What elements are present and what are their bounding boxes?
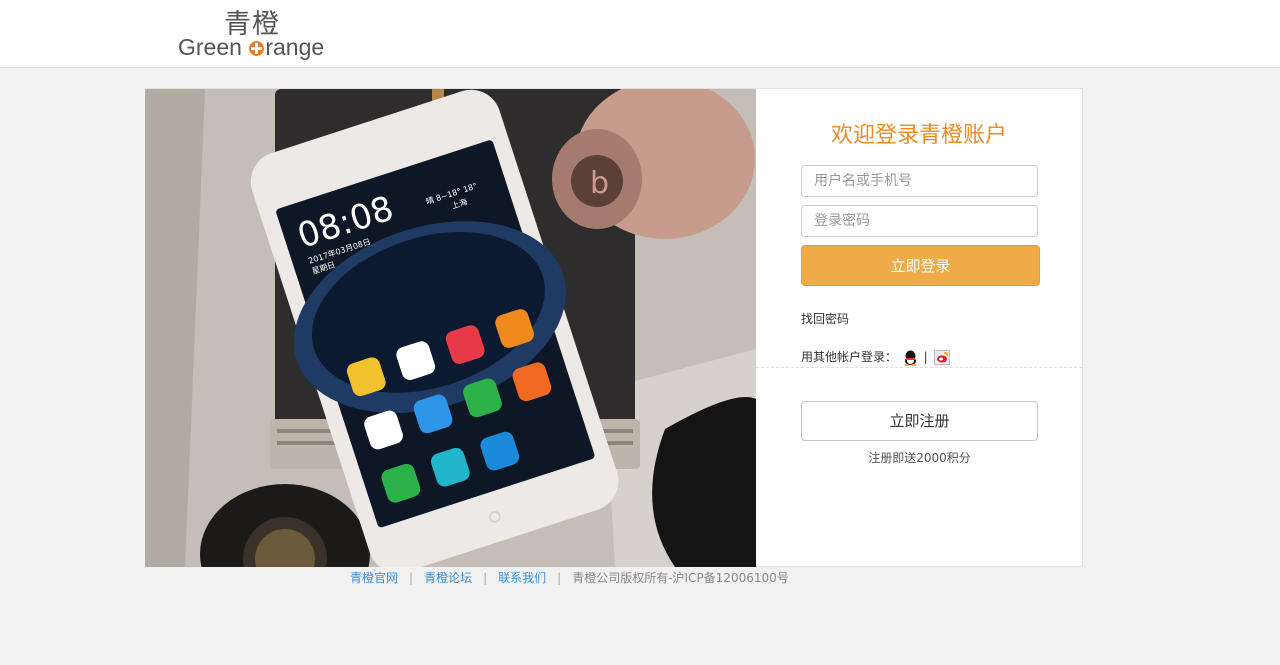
other-account-login: 用其他帐户登录： |: [801, 348, 950, 366]
section-divider: [756, 367, 1082, 368]
orange-slice-icon: [249, 41, 265, 56]
forgot-password-link[interactable]: 找回密码: [801, 310, 849, 327]
qq-icon[interactable]: [903, 350, 918, 366]
register-button[interactable]: 立即注册: [801, 401, 1038, 441]
svg-text:b: b: [590, 166, 609, 201]
password-input[interactable]: [801, 205, 1038, 237]
register-bonus-note: 注册即送2000积分: [868, 451, 971, 465]
login-card: b 08:08 2017年03月08日 星期日 晴 8~18° 18° 上海 欢…: [145, 88, 1083, 567]
login-title: 欢迎登录青橙账户: [830, 123, 1007, 148]
hero-product-image: b 08:08 2017年03月08日 星期日 晴 8~18° 18° 上海: [145, 89, 756, 567]
login-icon-separator: |: [923, 350, 928, 364]
weibo-icon[interactable]: [933, 350, 950, 365]
site-footer: 青橙官网 | 青橙论坛 | 联系我们 | 青橙公司版权所有-沪ICP备12006100号: [350, 569, 789, 586]
footer-separator: |: [483, 571, 488, 585]
site-header: 青橙 Green range: [0, 0, 1280, 68]
other-account-label: 用其他帐户登录：: [801, 350, 898, 364]
username-input[interactable]: [801, 165, 1038, 197]
logo-english-text: Green range: [178, 34, 324, 61]
logo-en-part-2: range: [265, 34, 325, 60]
footer-link-forum[interactable]: 青橙论坛: [424, 571, 472, 585]
footer-copyright: 青橙公司版权所有-沪ICP备12006100号: [572, 571, 789, 585]
brand-logo[interactable]: 青橙 Green range: [176, 2, 336, 64]
logo-en-part-1: Green: [178, 34, 249, 60]
footer-separator: |: [557, 571, 562, 585]
footer-separator: |: [409, 571, 414, 585]
login-button[interactable]: 立即登录: [801, 245, 1040, 286]
footer-link-contact[interactable]: 联系我们: [498, 571, 546, 585]
login-panel: 欢迎登录青橙账户 立即登录 找回密码 用其他帐户登录： |: [756, 89, 1082, 566]
footer-link-official-site[interactable]: 青橙官网: [350, 571, 398, 585]
